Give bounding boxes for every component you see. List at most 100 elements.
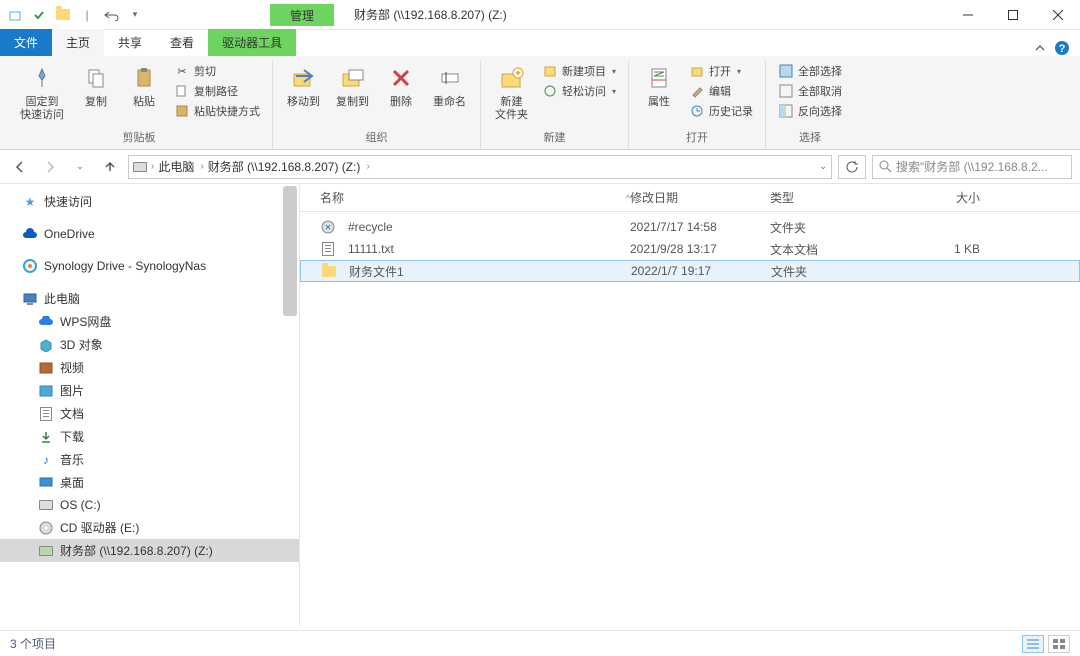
col-date[interactable]: 修改日期: [630, 189, 770, 206]
pin-to-quickaccess-button[interactable]: 固定到 快速访问: [14, 60, 70, 124]
crumb-thispc[interactable]: 此电脑›: [158, 158, 203, 175]
shortcut-icon: [174, 103, 190, 119]
tab-home[interactable]: 主页: [52, 29, 104, 56]
copy-to-button[interactable]: 复制到: [330, 60, 375, 111]
tab-share[interactable]: 共享: [104, 29, 156, 56]
ribbon-collapse-icon[interactable]: [1034, 42, 1046, 54]
table-row[interactable]: #recycle2021/7/17 14:58文件夹: [300, 216, 1080, 238]
table-row[interactable]: 11111.txt2021/9/28 13:17文本文档1 KB: [300, 238, 1080, 260]
tab-view[interactable]: 查看: [156, 29, 208, 56]
crumb-location[interactable]: 财务部 (\\192.168.8.207) (Z:)›: [208, 158, 370, 175]
edit-button[interactable]: 编辑: [685, 82, 757, 100]
up-button[interactable]: [98, 155, 122, 179]
music-icon: ♪: [38, 452, 54, 468]
properties-button[interactable]: 属性: [637, 60, 681, 111]
search-input[interactable]: 搜索"财务部 (\\192.168.8.2...: [872, 155, 1072, 179]
address-bar[interactable]: › 此电脑› 财务部 (\\192.168.8.207) (Z:)› ⌄: [128, 155, 832, 179]
nav-onedrive[interactable]: OneDrive: [0, 223, 299, 245]
new-folder-button[interactable]: ✦ 新建 文件夹: [489, 60, 534, 124]
svg-text:?: ?: [1059, 43, 1066, 55]
group-clipboard: 固定到 快速访问 复制 粘贴 ✂剪切 复制路径 粘贴快捷方式 剪贴板: [6, 60, 273, 149]
close-button[interactable]: [1035, 0, 1080, 30]
qat-undo-icon[interactable]: [102, 6, 120, 24]
copy-path-button[interactable]: 复制路径: [170, 82, 264, 100]
nav-wps[interactable]: WPS网盘: [0, 310, 299, 333]
move-to-button[interactable]: 移动到: [281, 60, 326, 111]
nav-cd-e[interactable]: CD 驱动器 (E:): [0, 516, 299, 539]
moveto-icon: [288, 62, 320, 94]
file-name: #recycle: [348, 220, 393, 234]
pin-icon: [26, 62, 58, 94]
nav-net-z[interactable]: 财务部 (\\192.168.8.207) (Z:): [0, 539, 299, 562]
recent-dropdown[interactable]: ⌄: [68, 155, 92, 179]
open-button[interactable]: 打开▾: [685, 62, 757, 80]
nav-this-pc[interactable]: 此电脑: [0, 287, 299, 310]
paste-shortcut-button[interactable]: 粘贴快捷方式: [170, 102, 264, 120]
help-icon[interactable]: ?: [1054, 40, 1070, 56]
col-type[interactable]: 类型: [770, 189, 910, 206]
view-details-button[interactable]: [1022, 635, 1044, 653]
group-organize-label: 组织: [366, 127, 388, 149]
col-name[interactable]: 名称^: [320, 189, 630, 206]
rename-button[interactable]: 重命名: [427, 60, 472, 111]
view-large-icons-button[interactable]: [1048, 635, 1070, 653]
rename-icon: [434, 62, 466, 94]
nav-scrollbar[interactable]: [283, 186, 297, 316]
nav-pictures[interactable]: 图片: [0, 379, 299, 402]
qat-folder-icon[interactable]: [54, 6, 72, 24]
ribbon-tabs: 文件 主页 共享 查看 驱动器工具 ?: [0, 30, 1080, 56]
group-select: 全部选择 全部取消 反向选择 选择: [766, 60, 854, 149]
nav-downloads[interactable]: 下载: [0, 425, 299, 448]
refresh-button[interactable]: [838, 155, 866, 179]
easy-access-button[interactable]: 轻松访问▾: [538, 82, 620, 100]
select-none-button[interactable]: 全部取消: [774, 82, 846, 100]
nav-desktop[interactable]: 桌面: [0, 471, 299, 494]
minimize-button[interactable]: [945, 0, 990, 30]
file-date: 2021/7/17 14:58: [630, 220, 770, 234]
addr-dropdown-icon[interactable]: ⌄: [819, 161, 827, 172]
table-row[interactable]: 财务文件12022/1/7 19:17文件夹: [300, 260, 1080, 282]
paste-button[interactable]: 粘贴: [122, 60, 166, 111]
file-type: 文件夹: [771, 263, 911, 280]
history-icon: [689, 103, 705, 119]
nav-videos[interactable]: 视频: [0, 356, 299, 379]
qat-icon-1[interactable]: [6, 6, 24, 24]
file-name: 11111.txt: [348, 242, 394, 256]
history-button[interactable]: 历史记录: [685, 102, 757, 120]
group-open-label: 打开: [686, 127, 708, 149]
nav-synology[interactable]: Synology Drive - SynologyNas: [0, 255, 299, 277]
ribbon: 固定到 快速访问 复制 粘贴 ✂剪切 复制路径 粘贴快捷方式 剪贴板 移动到: [0, 56, 1080, 150]
select-all-button[interactable]: 全部选择: [774, 62, 846, 80]
tab-drive-tools[interactable]: 驱动器工具: [208, 29, 296, 56]
cube-icon: [38, 337, 54, 353]
drive-c-icon: [38, 497, 54, 513]
download-icon: [38, 429, 54, 445]
col-size[interactable]: 大小: [910, 189, 990, 206]
newfolder-icon: ✦: [496, 62, 528, 94]
properties-icon: [643, 62, 675, 94]
selectall-icon: [778, 63, 794, 79]
new-item-button[interactable]: 新建项目▾: [538, 62, 620, 80]
tab-file[interactable]: 文件: [0, 29, 52, 56]
address-bar-row: ⌄ › 此电脑› 财务部 (\\192.168.8.207) (Z:)› ⌄ 搜…: [0, 150, 1080, 184]
qat-icon-2[interactable]: [30, 6, 48, 24]
cut-button[interactable]: ✂剪切: [170, 62, 264, 80]
qat-dropdown-icon[interactable]: ▾: [126, 6, 144, 24]
forward-button[interactable]: [38, 155, 62, 179]
main-area: ★快速访问 OneDrive Synology Drive - Synology…: [0, 184, 1080, 626]
context-tab-manage[interactable]: 管理: [270, 4, 334, 26]
back-button[interactable]: [8, 155, 32, 179]
nav-quick-access[interactable]: ★快速访问: [0, 190, 299, 213]
copypath-icon: [174, 83, 190, 99]
nav-os-c[interactable]: OS (C:): [0, 494, 299, 516]
invert-selection-button[interactable]: 反向选择: [774, 102, 846, 120]
nav-documents[interactable]: 文档: [0, 402, 299, 425]
delete-button[interactable]: 删除: [379, 60, 423, 111]
nav-3d-objects[interactable]: 3D 对象: [0, 333, 299, 356]
maximize-button[interactable]: [990, 0, 1035, 30]
nav-music[interactable]: ♪音乐: [0, 448, 299, 471]
copy-button[interactable]: 复制: [74, 60, 118, 111]
file-icon: [321, 263, 337, 279]
newitem-icon: [542, 63, 558, 79]
selectnone-icon: [778, 83, 794, 99]
